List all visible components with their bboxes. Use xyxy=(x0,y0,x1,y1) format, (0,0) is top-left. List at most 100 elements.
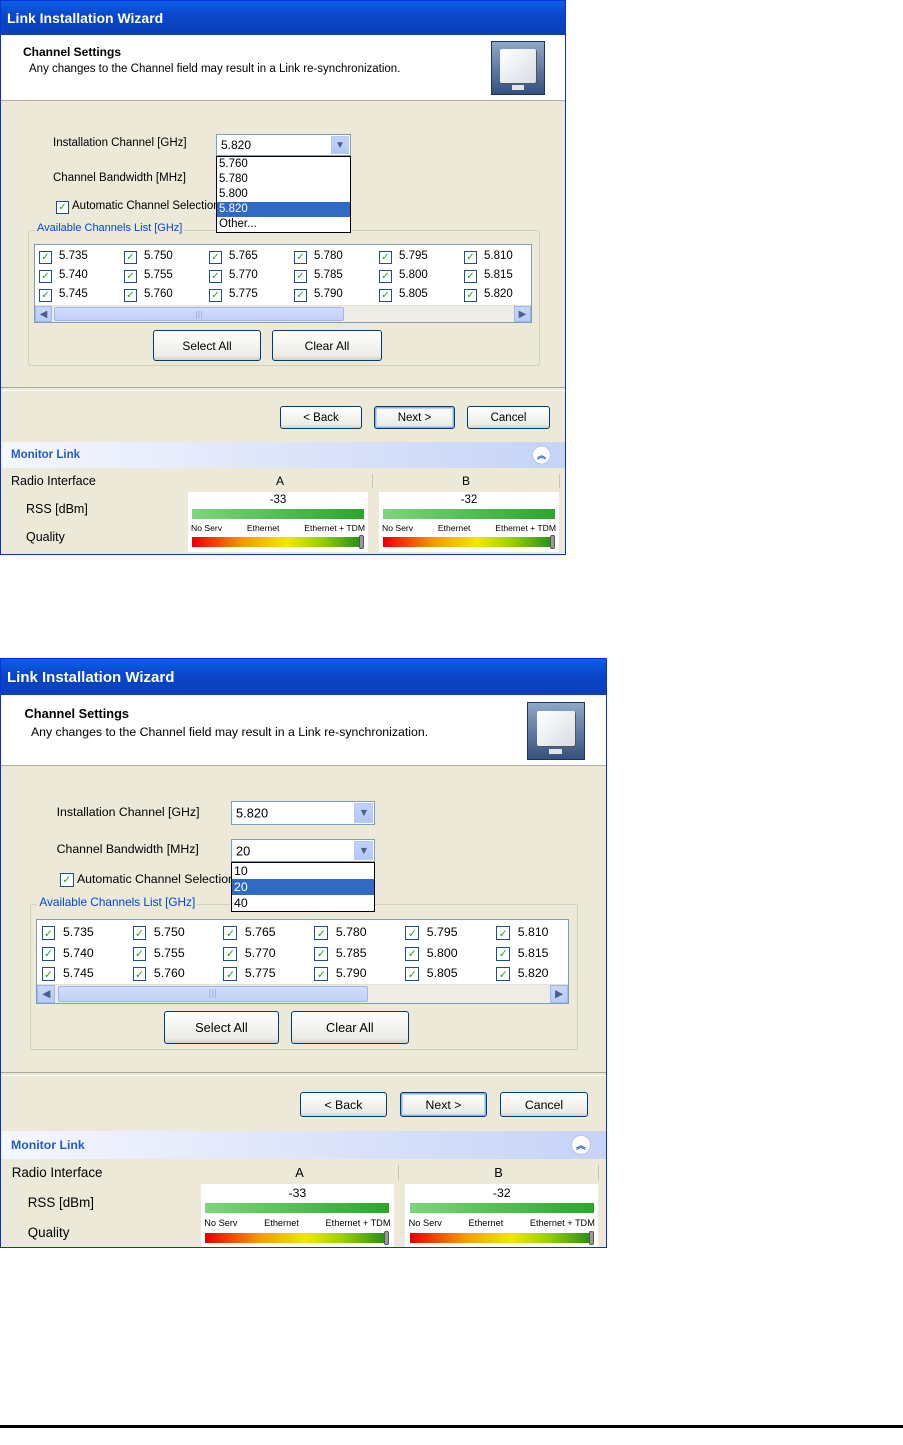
chevron-down-icon[interactable]: ▼ xyxy=(354,803,374,823)
monitor-link-title: Monitor Link xyxy=(11,1137,85,1152)
dropdown-option[interactable]: Other... xyxy=(217,217,350,232)
channel-checkbox[interactable]: ✓ xyxy=(464,270,477,283)
channel-checkbox[interactable]: ✓ xyxy=(39,251,52,264)
channel-checkbox[interactable]: ✓ xyxy=(223,967,238,981)
channel-checkbox[interactable]: ✓ xyxy=(132,926,147,941)
channel-checkbox[interactable]: ✓ xyxy=(379,270,392,283)
back-button[interactable]: < Back xyxy=(280,406,362,429)
channel-checkbox[interactable]: ✓ xyxy=(209,251,222,264)
channel-checkbox[interactable]: ✓ xyxy=(314,967,329,981)
quality-bar-a xyxy=(205,1230,390,1246)
dropdown-option[interactable]: 5.780 xyxy=(217,172,350,187)
arrow-left-icon[interactable]: ◀ xyxy=(37,985,56,1003)
installation-channel-select[interactable]: 5.820 ▼ xyxy=(216,134,351,156)
monitor-table: Radio Interface A B RSS [dBm] Quality -33 No S… xyxy=(1,1160,606,1247)
title-bar: Link Installation Wizard xyxy=(1,1,565,35)
channel-label: 5.775 xyxy=(229,288,258,300)
separator xyxy=(1,387,565,391)
channel-checkbox[interactable]: ✓ xyxy=(294,270,307,283)
channel-checkbox[interactable]: ✓ xyxy=(294,289,307,302)
channel-label: 5.815 xyxy=(484,269,513,281)
channel-label: 5.740 xyxy=(62,945,94,960)
arrow-left-icon[interactable]: ◀ xyxy=(35,306,52,322)
channel-checkbox[interactable]: ✓ xyxy=(223,926,238,941)
channel-checkbox[interactable]: ✓ xyxy=(314,946,329,961)
auto-channel-checkbox[interactable]: ✓ xyxy=(59,873,74,887)
channel-checkbox[interactable]: ✓ xyxy=(464,251,477,264)
horizontal-scrollbar[interactable]: ◀ ▶ ||| xyxy=(35,305,531,322)
page-subtitle: Any changes to the Channel field may res… xyxy=(30,725,429,740)
select-all-button[interactable]: Select All xyxy=(153,330,261,361)
channel-checkbox[interactable]: ✓ xyxy=(132,967,147,981)
cancel-button[interactable]: Cancel xyxy=(467,406,550,429)
auto-channel-checkbox[interactable]: ✓ xyxy=(56,201,69,214)
channel-checkbox[interactable]: ✓ xyxy=(405,946,420,961)
channel-checkbox[interactable]: ✓ xyxy=(209,270,222,283)
chevron-down-icon[interactable]: ▼ xyxy=(354,840,374,861)
dropdown-option[interactable]: 20 xyxy=(232,879,375,896)
channel-bandwidth-label: Channel Bandwidth [MHz] xyxy=(56,841,199,856)
installation-channel-select[interactable]: 5.820 ▼ xyxy=(231,801,376,825)
channel-checkbox[interactable]: ✓ xyxy=(314,926,329,941)
window-title: Link Installation Wizard xyxy=(7,10,164,26)
channel-checkbox[interactable]: ✓ xyxy=(41,967,56,981)
double-chevron-up-icon[interactable]: ︽ xyxy=(532,445,551,465)
dropdown-option[interactable]: 5.800 xyxy=(217,187,350,202)
channel-checkbox[interactable]: ✓ xyxy=(379,289,392,302)
channel-checkbox[interactable]: ✓ xyxy=(132,946,147,961)
rss-bar-b xyxy=(383,509,555,519)
channel-checkbox[interactable]: ✓ xyxy=(41,946,56,961)
channel-label: 5.760 xyxy=(153,966,185,980)
arrow-right-icon[interactable]: ▶ xyxy=(549,985,569,1003)
channel-checkbox[interactable]: ✓ xyxy=(496,946,511,961)
clear-all-button[interactable]: Clear All xyxy=(272,330,382,361)
quality-scale-label: No Serv xyxy=(408,1217,442,1228)
channel-bandwidth-select[interactable]: 20 ▼ xyxy=(231,838,376,863)
channel-label: 5.795 xyxy=(399,250,428,262)
channel-checkbox[interactable]: ✓ xyxy=(223,946,238,961)
channel-checkbox[interactable]: ✓ xyxy=(379,251,392,264)
channel-checkbox[interactable]: ✓ xyxy=(405,967,420,981)
channel-label: 5.765 xyxy=(244,925,276,940)
channel-checkbox[interactable]: ✓ xyxy=(41,926,56,941)
double-chevron-up-icon[interactable]: ︽ xyxy=(570,1134,592,1155)
dropdown-option[interactable]: 40 xyxy=(232,895,374,911)
channel-checkbox[interactable]: ✓ xyxy=(39,270,52,283)
channel-checkbox[interactable]: ✓ xyxy=(124,251,137,264)
dropdown-option[interactable]: 10 xyxy=(232,863,374,879)
clear-all-button[interactable]: Clear All xyxy=(290,1011,409,1045)
dropdown-option[interactable]: 5.760 xyxy=(217,157,350,172)
channel-checkbox[interactable]: ✓ xyxy=(496,926,511,941)
back-button[interactable]: < Back xyxy=(299,1092,388,1117)
next-button[interactable]: Next > xyxy=(374,406,455,429)
quality-scale-label: Ethernet xyxy=(246,523,280,533)
channel-checkbox[interactable]: ✓ xyxy=(405,926,420,941)
channel-checkbox[interactable]: ✓ xyxy=(464,289,477,302)
separator xyxy=(1,1072,606,1077)
rss-value-a: -33 xyxy=(269,494,287,506)
channel-checkbox[interactable]: ✓ xyxy=(496,967,511,981)
monitor-table: Radio Interface A B RSS [dBm] Quality -33 No S… xyxy=(1,470,565,554)
scrollbar-thumb[interactable]: ||| xyxy=(54,307,344,321)
channel-label: 5.820 xyxy=(517,966,549,980)
channel-checkbox[interactable]: ✓ xyxy=(294,251,307,264)
channel-label: 5.790 xyxy=(314,288,343,300)
wizard-header: Channel Settings Any changes to the Chann… xyxy=(1,35,565,101)
quality-scale-label: Ethernet + TDM xyxy=(304,523,365,533)
channel-checkbox[interactable]: ✓ xyxy=(39,289,52,302)
open-dropdown-list[interactable]: 10 20 40 xyxy=(231,862,376,913)
select-all-button[interactable]: Select All xyxy=(163,1011,280,1045)
channel-checkbox[interactable]: ✓ xyxy=(209,289,222,302)
open-dropdown-list[interactable]: 5.760 5.780 5.800 5.820 Other... xyxy=(216,156,351,233)
horizontal-scrollbar[interactable]: ◀ ▶ ||| xyxy=(37,984,569,1003)
channel-label: 5.775 xyxy=(244,966,276,980)
arrow-right-icon[interactable]: ▶ xyxy=(514,306,531,322)
chevron-down-icon[interactable]: ▼ xyxy=(331,136,349,154)
channel-checkbox[interactable]: ✓ xyxy=(124,270,137,283)
channel-checkbox[interactable]: ✓ xyxy=(124,289,137,302)
dropdown-option[interactable]: 5.820 xyxy=(217,202,350,217)
rss-cell-a: -33 No Serv Ethernet Ethernet + TDM xyxy=(201,1184,394,1247)
scrollbar-thumb[interactable]: ||| xyxy=(57,986,368,1002)
cancel-button[interactable]: Cancel xyxy=(499,1092,589,1117)
next-button[interactable]: Next > xyxy=(400,1092,487,1117)
